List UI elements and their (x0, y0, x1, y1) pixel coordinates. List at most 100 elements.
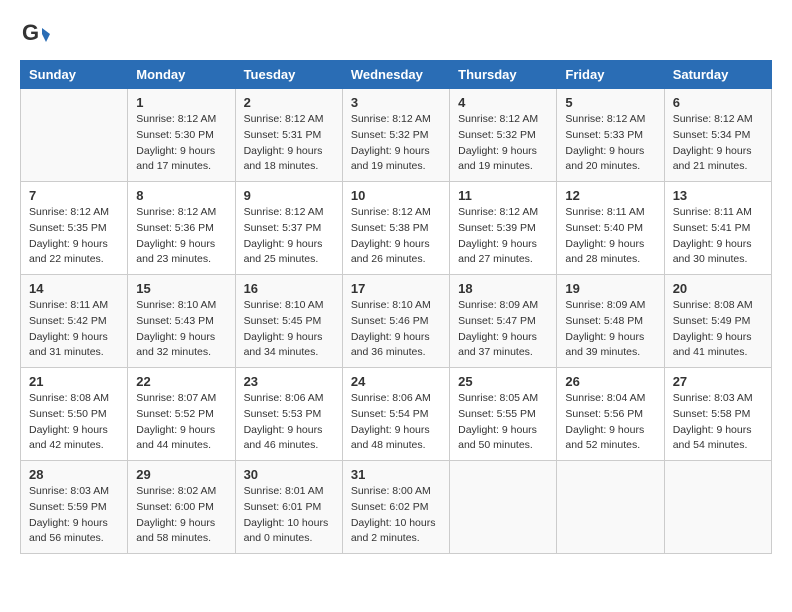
day-info: Sunrise: 8:09 AMSunset: 5:47 PMDaylight:… (458, 298, 548, 361)
day-info: Sunrise: 8:08 AMSunset: 5:49 PMDaylight:… (673, 298, 763, 361)
calendar-cell: 1 Sunrise: 8:12 AMSunset: 5:30 PMDaylight… (128, 89, 235, 182)
calendar-cell (21, 89, 128, 182)
day-info: Sunrise: 8:07 AMSunset: 5:52 PMDaylight:… (136, 391, 226, 454)
calendar-cell: 23 Sunrise: 8:06 AMSunset: 5:53 PMDayligh… (235, 368, 342, 461)
calendar-cell: 20Sunrise: 8:08 AMSunset: 5:49 PMDayligh… (664, 275, 771, 368)
day-info: Sunrise: 8:08 AMSunset: 5:50 PMDaylight:… (29, 391, 119, 454)
logo-icon: G (20, 20, 50, 50)
day-info: Sunrise: 8:05 AMSunset: 5:55 PMDaylight:… (458, 391, 548, 454)
calendar-cell: 18 Sunrise: 8:09 AMSunset: 5:47 PMDayligh… (450, 275, 557, 368)
day-number: 15 (136, 281, 226, 296)
day-info: Sunrise: 8:12 AMSunset: 5:31 PMDaylight:… (244, 112, 334, 175)
calendar-cell: 10 Sunrise: 8:12 AMSunset: 5:38 PMDayligh… (342, 182, 449, 275)
day-number: 12 (565, 188, 655, 203)
day-info: Sunrise: 8:00 AMSunset: 6:02 PMDaylight:… (351, 484, 441, 547)
calendar-table: SundayMondayTuesdayWednesdayThursdayFrid… (20, 60, 772, 554)
day-number: 26 (565, 374, 655, 389)
day-info: Sunrise: 8:11 AMSunset: 5:40 PMDaylight:… (565, 205, 655, 268)
day-number: 8 (136, 188, 226, 203)
day-number: 21 (29, 374, 119, 389)
day-number: 4 (458, 95, 548, 110)
day-number: 30 (244, 467, 334, 482)
day-number: 18 (458, 281, 548, 296)
day-info: Sunrise: 8:02 AMSunset: 6:00 PMDaylight:… (136, 484, 226, 547)
day-info: Sunrise: 8:12 AMSunset: 5:30 PMDaylight:… (136, 112, 226, 175)
calendar-cell: 8 Sunrise: 8:12 AMSunset: 5:36 PMDaylight… (128, 182, 235, 275)
day-number: 31 (351, 467, 441, 482)
week-row-3: 14 Sunrise: 8:11 AMSunset: 5:42 PMDayligh… (21, 275, 772, 368)
day-number: 16 (244, 281, 334, 296)
calendar-cell: 26 Sunrise: 8:04 AMSunset: 5:56 PMDayligh… (557, 368, 664, 461)
day-info: Sunrise: 8:12 AMSunset: 5:38 PMDaylight:… (351, 205, 441, 268)
calendar-cell: 24 Sunrise: 8:06 AMSunset: 5:54 PMDayligh… (342, 368, 449, 461)
day-number: 7 (29, 188, 119, 203)
calendar-cell: 17 Sunrise: 8:10 AMSunset: 5:46 PMDayligh… (342, 275, 449, 368)
col-header-wednesday: Wednesday (342, 61, 449, 89)
day-info: Sunrise: 8:11 AMSunset: 5:42 PMDaylight:… (29, 298, 119, 361)
calendar-cell: 30 Sunrise: 8:01 AMSunset: 6:01 PMDayligh… (235, 461, 342, 554)
calendar-cell: 31 Sunrise: 8:00 AMSunset: 6:02 PMDayligh… (342, 461, 449, 554)
calendar-cell: 12 Sunrise: 8:11 AMSunset: 5:40 PMDayligh… (557, 182, 664, 275)
col-header-tuesday: Tuesday (235, 61, 342, 89)
calendar-cell: 2 Sunrise: 8:12 AMSunset: 5:31 PMDaylight… (235, 89, 342, 182)
day-number: 29 (136, 467, 226, 482)
calendar-cell: 19 Sunrise: 8:09 AMSunset: 5:48 PMDayligh… (557, 275, 664, 368)
calendar-cell: 6 Sunrise: 8:12 AMSunset: 5:34 PMDaylight… (664, 89, 771, 182)
page-header: G (20, 20, 772, 50)
col-header-thursday: Thursday (450, 61, 557, 89)
day-number: 10 (351, 188, 441, 203)
day-number: 19 (565, 281, 655, 296)
day-number: 17 (351, 281, 441, 296)
day-info: Sunrise: 8:01 AMSunset: 6:01 PMDaylight:… (244, 484, 334, 547)
week-row-4: 21 Sunrise: 8:08 AMSunset: 5:50 PMDayligh… (21, 368, 772, 461)
day-info: Sunrise: 8:12 AMSunset: 5:32 PMDaylight:… (351, 112, 441, 175)
day-info: Sunrise: 8:12 AMSunset: 5:35 PMDaylight:… (29, 205, 119, 268)
day-number: 22 (136, 374, 226, 389)
calendar-cell (450, 461, 557, 554)
calendar-cell: 11Sunrise: 8:12 AMSunset: 5:39 PMDayligh… (450, 182, 557, 275)
day-number: 9 (244, 188, 334, 203)
day-number: 27 (673, 374, 763, 389)
day-number: 14 (29, 281, 119, 296)
calendar-cell: 4 Sunrise: 8:12 AMSunset: 5:32 PMDaylight… (450, 89, 557, 182)
calendar-cell: 14 Sunrise: 8:11 AMSunset: 5:42 PMDayligh… (21, 275, 128, 368)
day-number: 1 (136, 95, 226, 110)
week-row-2: 7 Sunrise: 8:12 AMSunset: 5:35 PMDaylight… (21, 182, 772, 275)
logo: G (20, 20, 54, 50)
day-info: Sunrise: 8:03 AMSunset: 5:58 PMDaylight:… (673, 391, 763, 454)
col-header-sunday: Sunday (21, 61, 128, 89)
col-header-friday: Friday (557, 61, 664, 89)
calendar-cell: 5 Sunrise: 8:12 AMSunset: 5:33 PMDaylight… (557, 89, 664, 182)
day-number: 6 (673, 95, 763, 110)
calendar-cell: 22 Sunrise: 8:07 AMSunset: 5:52 PMDayligh… (128, 368, 235, 461)
day-info: Sunrise: 8:12 AMSunset: 5:32 PMDaylight:… (458, 112, 548, 175)
day-info: Sunrise: 8:09 AMSunset: 5:48 PMDaylight:… (565, 298, 655, 361)
day-info: Sunrise: 8:11 AMSunset: 5:41 PMDaylight:… (673, 205, 763, 268)
day-number: 11 (458, 188, 548, 203)
day-number: 23 (244, 374, 334, 389)
week-row-1: 1 Sunrise: 8:12 AMSunset: 5:30 PMDaylight… (21, 89, 772, 182)
day-number: 13 (673, 188, 763, 203)
calendar-cell: 13 Sunrise: 8:11 AMSunset: 5:41 PMDayligh… (664, 182, 771, 275)
day-number: 5 (565, 95, 655, 110)
day-info: Sunrise: 8:10 AMSunset: 5:45 PMDaylight:… (244, 298, 334, 361)
day-number: 2 (244, 95, 334, 110)
calendar-cell (664, 461, 771, 554)
day-info: Sunrise: 8:04 AMSunset: 5:56 PMDaylight:… (565, 391, 655, 454)
day-info: Sunrise: 8:06 AMSunset: 5:53 PMDaylight:… (244, 391, 334, 454)
day-info: Sunrise: 8:12 AMSunset: 5:36 PMDaylight:… (136, 205, 226, 268)
day-info: Sunrise: 8:10 AMSunset: 5:46 PMDaylight:… (351, 298, 441, 361)
day-info: Sunrise: 8:06 AMSunset: 5:54 PMDaylight:… (351, 391, 441, 454)
calendar-cell: 15 Sunrise: 8:10 AMSunset: 5:43 PMDayligh… (128, 275, 235, 368)
day-info: Sunrise: 8:10 AMSunset: 5:43 PMDaylight:… (136, 298, 226, 361)
day-number: 24 (351, 374, 441, 389)
calendar-cell: 9Sunrise: 8:12 AMSunset: 5:37 PMDaylight… (235, 182, 342, 275)
day-number: 28 (29, 467, 119, 482)
day-info: Sunrise: 8:12 AMSunset: 5:34 PMDaylight:… (673, 112, 763, 175)
calendar-cell: 27 Sunrise: 8:03 AMSunset: 5:58 PMDayligh… (664, 368, 771, 461)
calendar-cell: 7 Sunrise: 8:12 AMSunset: 5:35 PMDaylight… (21, 182, 128, 275)
svg-text:G: G (22, 20, 39, 45)
calendar-cell: 16 Sunrise: 8:10 AMSunset: 5:45 PMDayligh… (235, 275, 342, 368)
day-number: 3 (351, 95, 441, 110)
day-info: Sunrise: 8:12 AMSunset: 5:33 PMDaylight:… (565, 112, 655, 175)
